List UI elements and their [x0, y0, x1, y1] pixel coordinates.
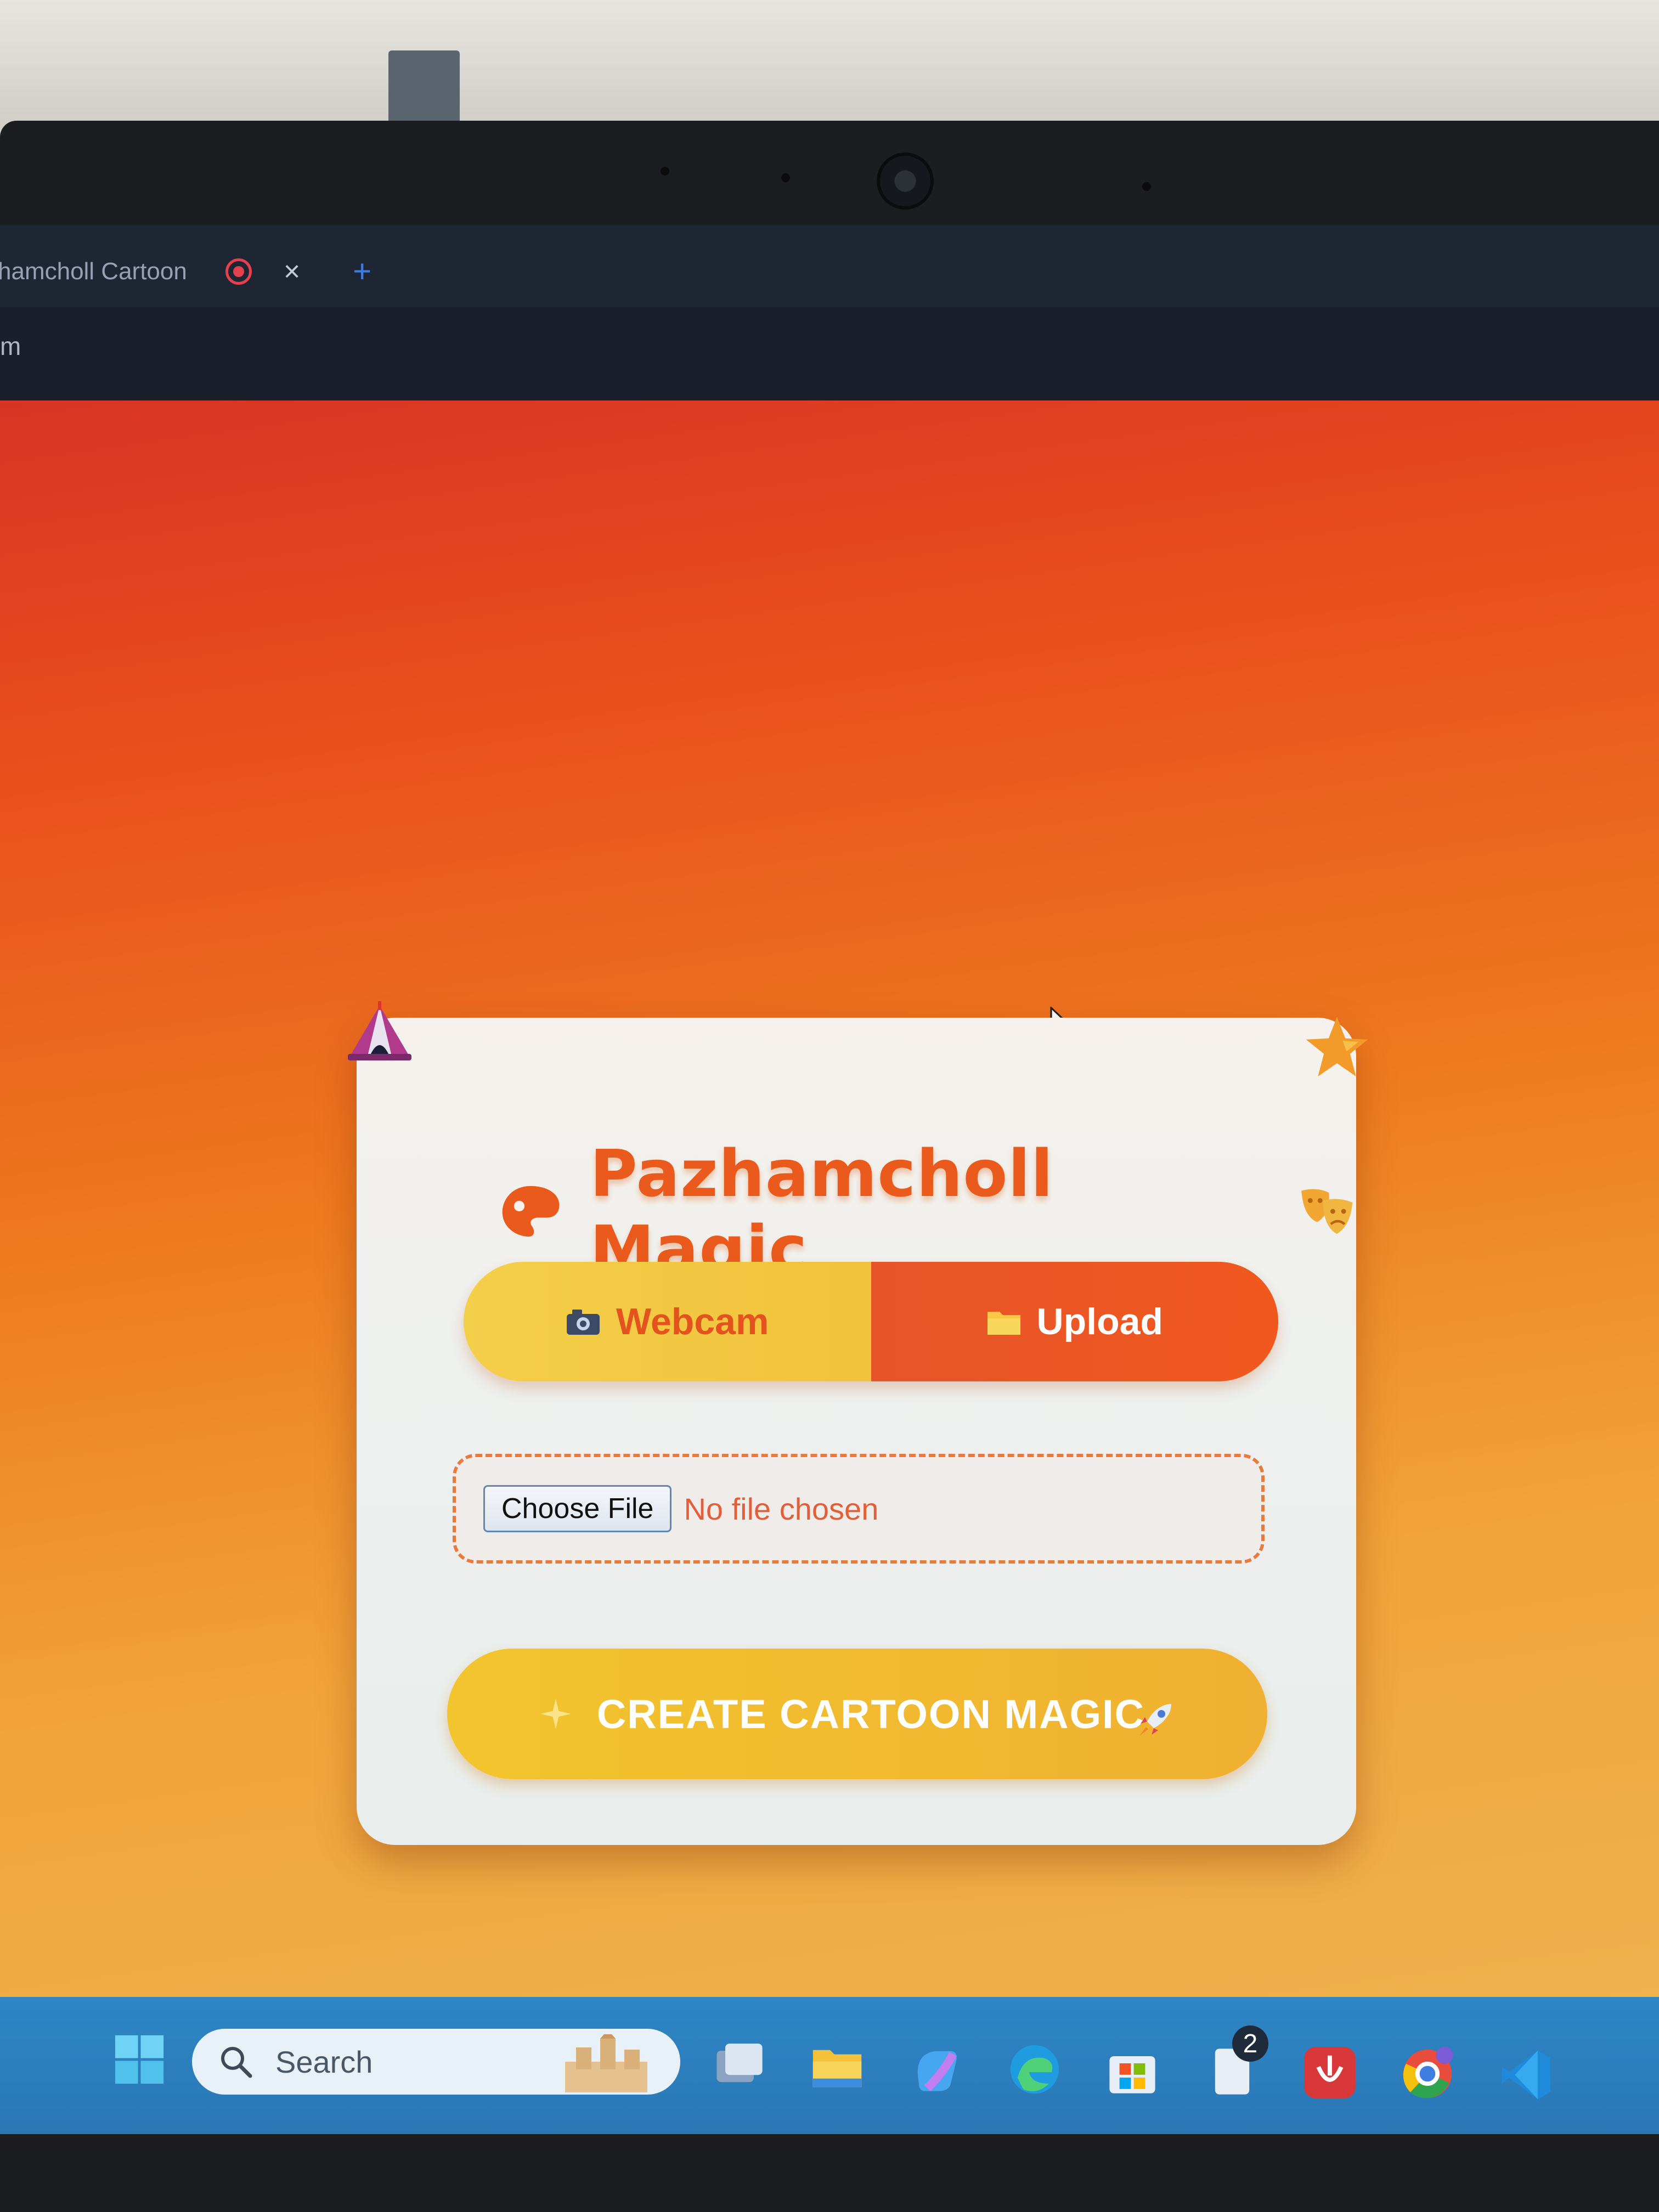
- browser-address-bar[interactable]: m: [0, 307, 1659, 400]
- notification-badge: 2: [1232, 2025, 1268, 2062]
- browser-tab[interactable]: hamcholl Cartoon × +: [0, 247, 371, 296]
- screen: hamcholl Cartoon × + m Pazhamcholl Magic…: [0, 225, 1659, 2134]
- tab-upload-label: Upload: [1036, 1301, 1163, 1342]
- copilot-icon[interactable]: [907, 2040, 964, 2097]
- bezel-sensor: [781, 173, 790, 182]
- new-tab-icon[interactable]: +: [353, 256, 371, 287]
- tab-upload[interactable]: Upload: [871, 1262, 1278, 1381]
- browser-tab-bar: hamcholl Cartoon × +: [0, 225, 1659, 307]
- edge-icon[interactable]: [1006, 2041, 1063, 2098]
- tab-webcam-label: Webcam: [616, 1301, 769, 1342]
- background-room: [0, 0, 1659, 137]
- create-cartoon-label: CREATE CARTOON MAGIC: [596, 1691, 1146, 1737]
- windows-taskbar: Search 2: [0, 1997, 1659, 2134]
- recording-icon: [225, 258, 252, 285]
- file-status: No file chosen: [684, 1491, 879, 1526]
- browser-tab-title: hamcholl Cartoon: [0, 258, 187, 285]
- star-icon: [1306, 1017, 1368, 1076]
- taskbar-search-label: Search: [275, 2044, 373, 2079]
- task-view-icon[interactable]: [711, 2036, 768, 2094]
- create-cartoon-button[interactable]: CREATE CARTOON MAGIC: [447, 1649, 1267, 1779]
- adobe-acrobat-icon[interactable]: [1301, 2044, 1358, 2101]
- sandcastle-icon: [565, 2034, 647, 2092]
- folder-icon: [987, 1312, 1020, 1335]
- webcam-lens: [877, 153, 934, 210]
- file-dropzone[interactable]: Choose File No file chosen: [453, 1454, 1265, 1564]
- tab-webcam[interactable]: Webcam: [464, 1262, 871, 1381]
- chrome-icon[interactable]: [1399, 2045, 1456, 2102]
- mode-toggle: Webcam Upload: [464, 1262, 1278, 1381]
- theater-masks-icon: [1301, 1189, 1352, 1234]
- close-tab-icon[interactable]: ×: [284, 257, 300, 286]
- sparkles-icon: [540, 1699, 571, 1729]
- main-card: Pazhamcholl Magic Webcam Upload Choose F…: [348, 1001, 1368, 1845]
- rocket-icon: [1139, 1704, 1172, 1736]
- file-explorer-icon[interactable]: [809, 2039, 866, 2096]
- palette-icon: [502, 1186, 560, 1237]
- microsoft-store-icon[interactable]: [1104, 2042, 1161, 2099]
- taskbar-search[interactable]: Search: [192, 2029, 680, 2095]
- wall-sign: [388, 50, 460, 126]
- app-page: Pazhamcholl Magic Webcam Upload Choose F…: [0, 400, 1659, 2079]
- circus-tent-icon: [348, 1001, 411, 1060]
- address-text: m: [0, 332, 21, 360]
- choose-file-button[interactable]: Choose File: [483, 1485, 672, 1532]
- camera-icon: [567, 1310, 600, 1335]
- windows-start-icon[interactable]: [112, 2033, 166, 2086]
- bezel-sensor: [1142, 182, 1151, 191]
- vscode-icon[interactable]: [1498, 2046, 1555, 2103]
- search-icon: [221, 2047, 252, 2078]
- bezel-sensor: [661, 167, 669, 176]
